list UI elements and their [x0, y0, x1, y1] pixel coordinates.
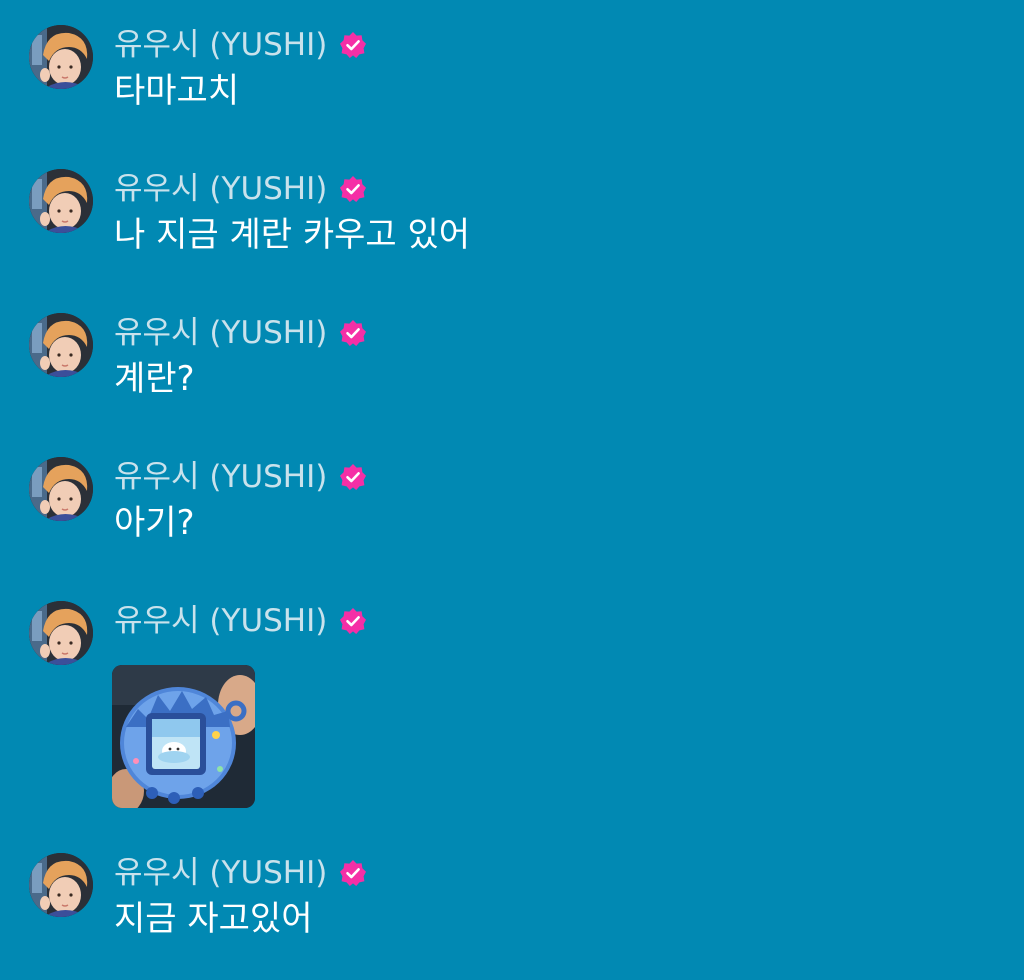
message-text: 타마고치: [114, 71, 240, 111]
sender-row: 유우시 (YUSHI): [114, 855, 367, 891]
sender-name[interactable]: 유우시 (YUSHI): [114, 315, 327, 351]
sender-name[interactable]: 유우시 (YUSHI): [114, 27, 327, 63]
sender-name[interactable]: 유우시 (YUSHI): [114, 459, 327, 495]
verified-badge-icon: [339, 319, 367, 347]
avatar[interactable]: [29, 457, 93, 521]
message-text: 아기?: [114, 503, 195, 543]
avatar[interactable]: [29, 853, 93, 917]
tamagotchi-photo[interactable]: [112, 665, 255, 808]
avatar[interactable]: [29, 601, 93, 665]
avatar[interactable]: [29, 25, 93, 89]
sender-row: 유우시 (YUSHI): [114, 459, 367, 495]
avatar[interactable]: [29, 313, 93, 377]
sender-row: 유우시 (YUSHI): [114, 603, 367, 639]
sender-row: 유우시 (YUSHI): [114, 171, 367, 207]
message-text: 나 지금 계란 카우고 있어: [114, 215, 471, 255]
verified-badge-icon: [339, 31, 367, 59]
verified-badge-icon: [339, 859, 367, 887]
verified-badge-icon: [339, 607, 367, 635]
chat-thread: 유우시 (YUSHI) 타마고치 유우시 (YUSHI) 나 지금 계란 카우고…: [0, 0, 1024, 980]
verified-badge-icon: [339, 463, 367, 491]
message-text: 계란?: [114, 359, 195, 399]
sender-name[interactable]: 유우시 (YUSHI): [114, 855, 327, 891]
sender-row: 유우시 (YUSHI): [114, 315, 367, 351]
avatar[interactable]: [29, 169, 93, 233]
verified-badge-icon: [339, 175, 367, 203]
message-text: 지금 자고있어: [114, 899, 313, 939]
sender-name[interactable]: 유우시 (YUSHI): [114, 603, 327, 639]
sender-row: 유우시 (YUSHI): [114, 27, 367, 63]
sender-name[interactable]: 유우시 (YUSHI): [114, 171, 327, 207]
